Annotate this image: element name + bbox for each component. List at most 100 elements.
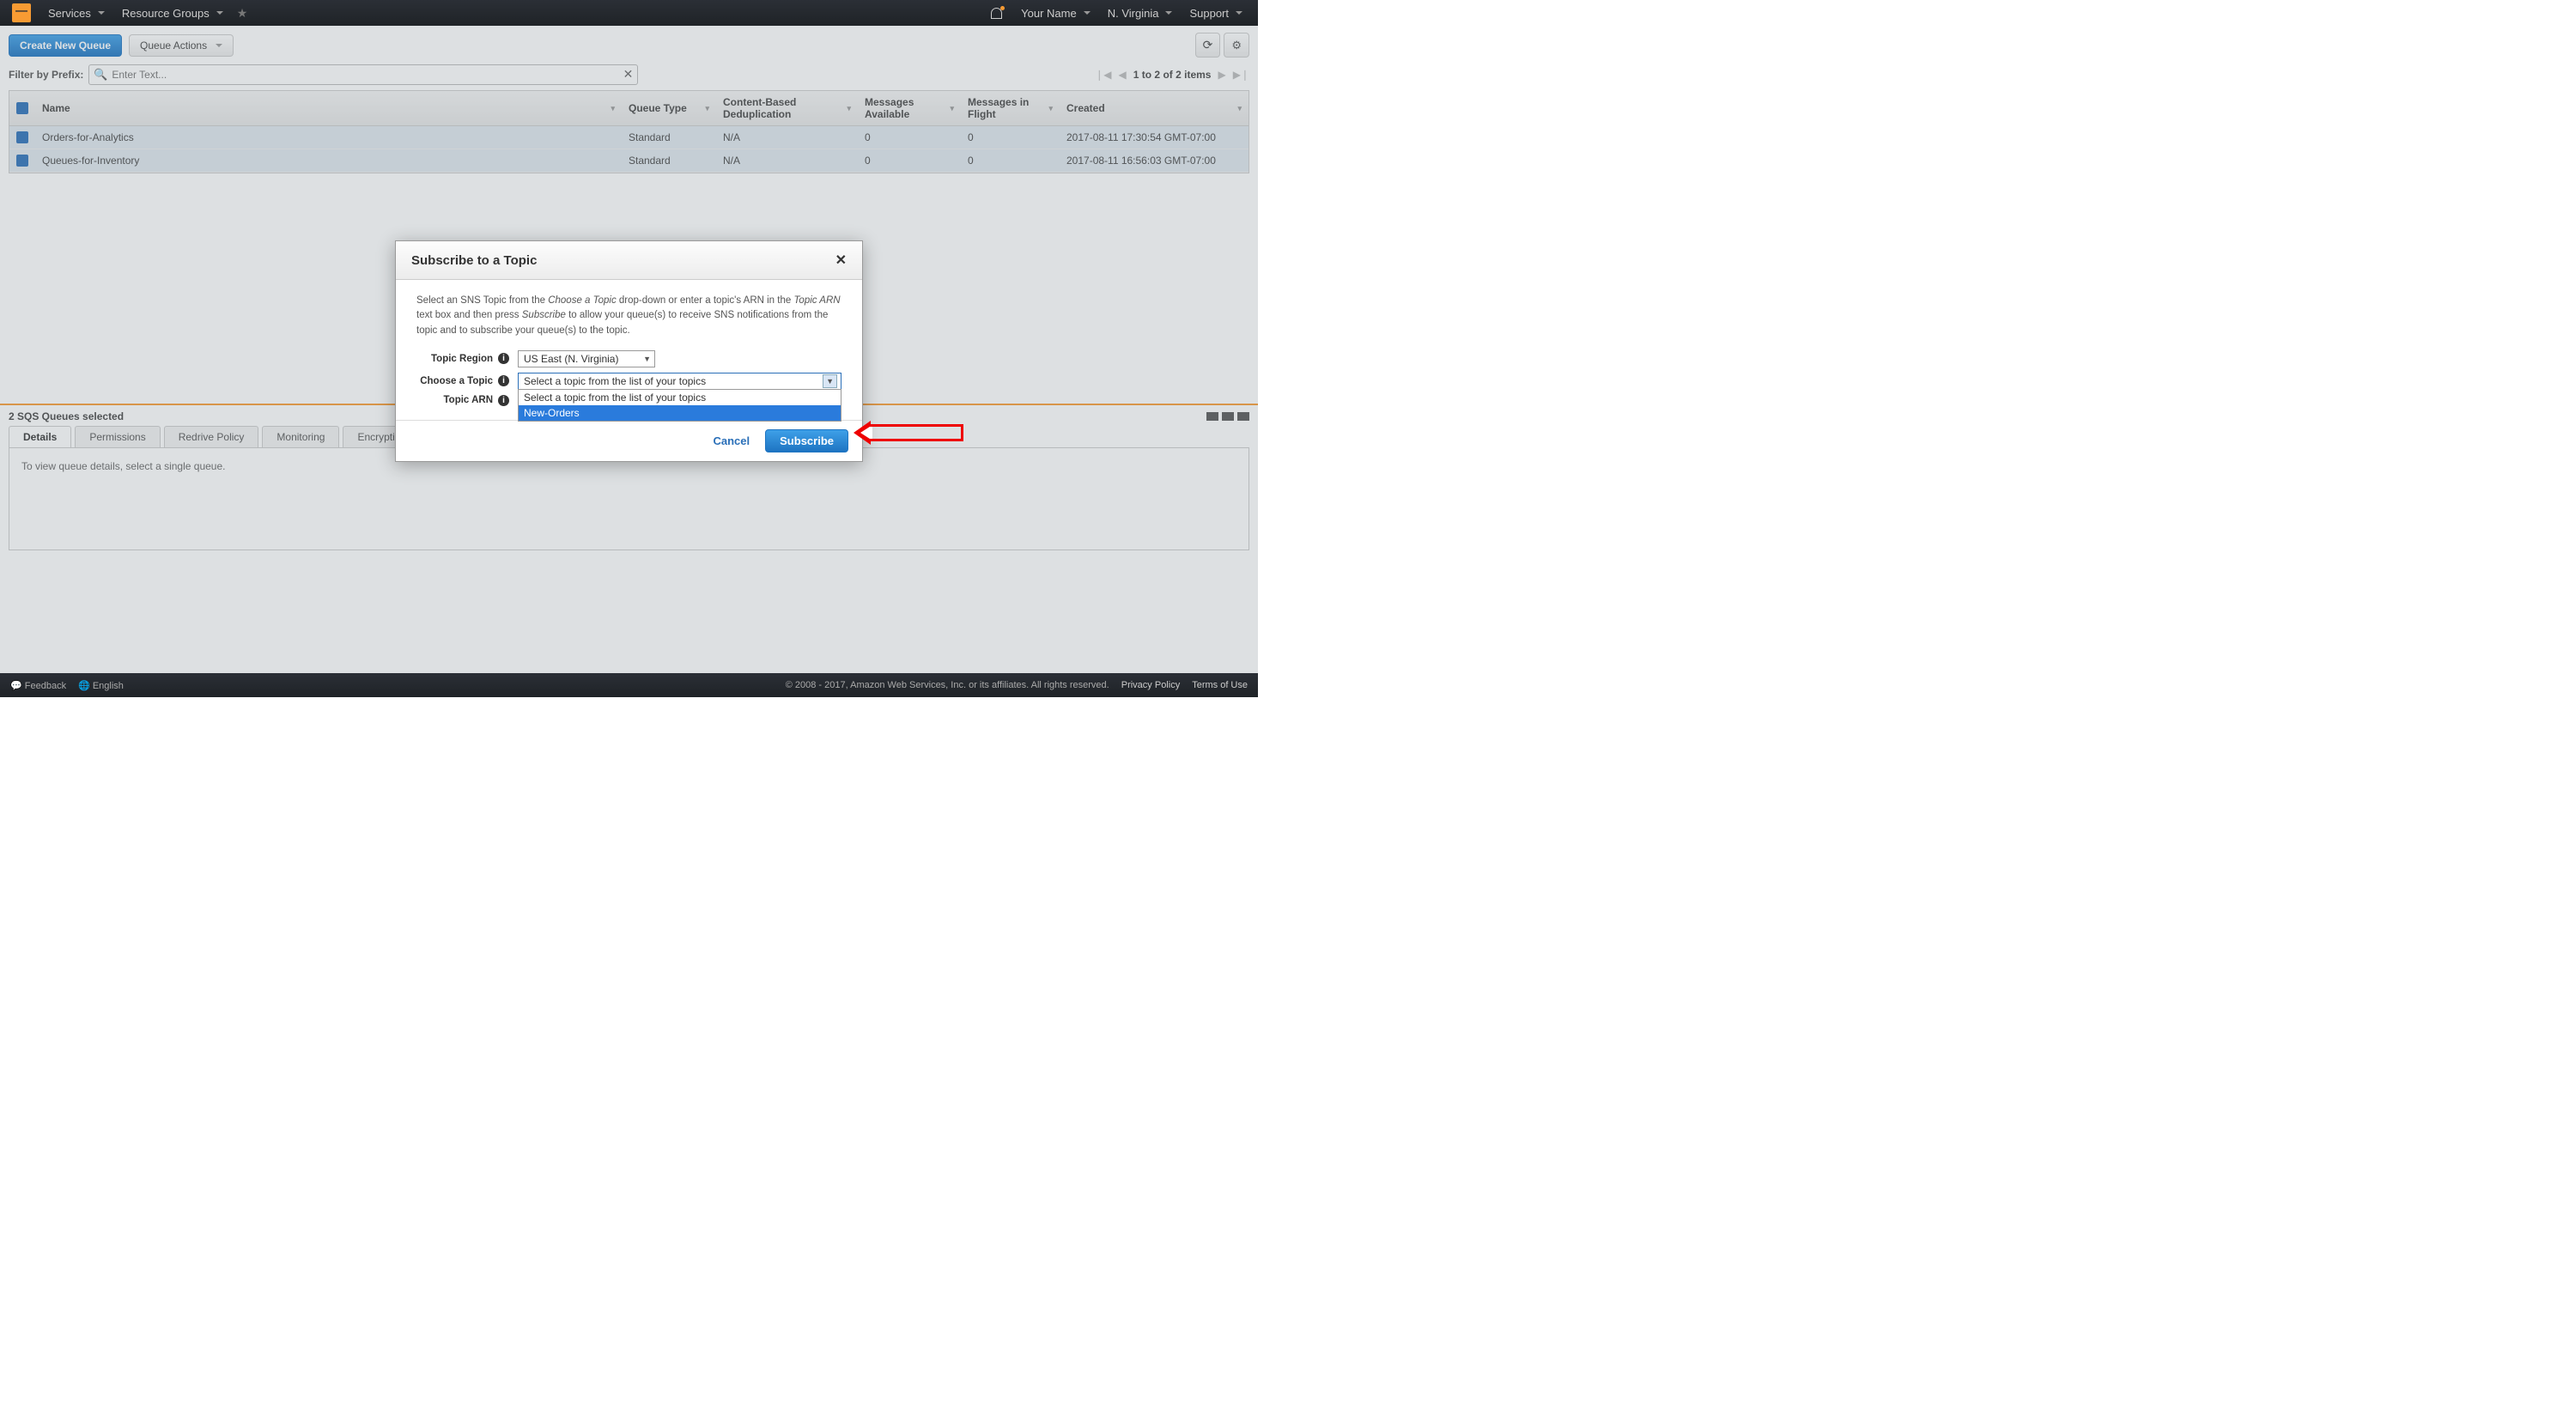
filter-input[interactable]	[88, 64, 638, 85]
services-label: Services	[48, 7, 91, 20]
col-created-label: Created	[1066, 102, 1105, 114]
feedback-link[interactable]: 💬 Feedback	[10, 680, 66, 691]
tab-monitoring[interactable]: Monitoring	[262, 426, 339, 447]
caret-down-icon	[216, 44, 222, 47]
queue-actions-button[interactable]: Queue Actions	[129, 34, 234, 57]
caret-down-icon	[1084, 11, 1091, 15]
col-cbd[interactable]: Content-Based Deduplication▾	[716, 91, 858, 125]
modal-description: Select an SNS Topic from the Choose a To…	[416, 294, 841, 338]
notifications[interactable]	[982, 8, 1012, 19]
language-label: English	[93, 681, 124, 691]
caret-down-icon	[216, 11, 223, 15]
topic-region-select[interactable]: US East (N. Virginia) ▼	[518, 350, 655, 367]
support-menu[interactable]: Support	[1181, 7, 1251, 20]
topic-arn-label: Topic ARN	[416, 395, 498, 405]
cell-created: 2017-08-11 16:56:03 GMT-07:00	[1060, 149, 1249, 172]
sort-icon: ▾	[847, 104, 851, 113]
col-mif-label: Messages in Flight	[968, 96, 1048, 120]
close-icon[interactable]: ✕	[835, 252, 847, 269]
region-menu[interactable]: N. Virginia	[1099, 7, 1182, 20]
info-icon[interactable]: i	[498, 395, 509, 406]
topic-option-placeholder[interactable]: Select a topic from the list of your top…	[519, 390, 841, 405]
col-select-all[interactable]	[9, 91, 35, 125]
refresh-icon	[1203, 38, 1213, 52]
filter-bar: Filter by Prefix: 🔍 ✕ ❘◀ ◀ 1 to 2 of 2 i…	[0, 64, 1258, 90]
terms-link[interactable]: Terms of Use	[1192, 680, 1248, 690]
col-messages-available[interactable]: Messages Available▾	[858, 91, 961, 125]
subscribe-modal: Subscribe to a Topic ✕ Select an SNS Top…	[395, 240, 863, 462]
toolbar: Create New Queue Queue Actions	[0, 26, 1258, 64]
sort-icon: ▾	[1237, 104, 1242, 113]
caret-down-icon	[1165, 11, 1172, 15]
checkbox-icon	[16, 102, 28, 114]
queues-table: Name▾ Queue Type▾ Content-Based Deduplic…	[9, 90, 1249, 173]
page-prev-icon[interactable]: ◀	[1119, 69, 1127, 81]
filter-label: Filter by Prefix:	[9, 69, 83, 81]
support-label: Support	[1189, 7, 1229, 20]
col-created[interactable]: Created ▾	[1060, 91, 1249, 125]
page-last-icon[interactable]: ▶❘	[1233, 69, 1249, 81]
col-messages-in-flight[interactable]: Messages in Flight▾	[961, 91, 1060, 125]
col-ma-label: Messages Available	[865, 96, 950, 120]
services-menu[interactable]: Services	[39, 7, 113, 20]
cell-ma: 0	[858, 149, 961, 172]
settings-button[interactable]	[1224, 33, 1249, 58]
desc-part: Select an SNS Topic from the	[416, 295, 548, 306]
desc-part: drop-down or enter a topic's ARN in the	[617, 295, 794, 306]
modal-title: Subscribe to a Topic	[411, 253, 537, 268]
sort-icon: ▾	[1048, 104, 1053, 113]
cell-mif: 0	[961, 149, 1060, 172]
choose-topic-value: Select a topic from the list of your top…	[524, 375, 706, 387]
desc-em: Subscribe	[522, 310, 566, 320]
user-label: Your Name	[1021, 7, 1077, 20]
layout-split-icon[interactable]	[1222, 412, 1234, 421]
table-row[interactable]: Orders-for-Analytics Standard N/A 0 0 20…	[9, 126, 1249, 149]
details-body: To view queue details, select a single q…	[9, 447, 1249, 550]
aws-logo-icon[interactable]	[12, 3, 31, 22]
col-name[interactable]: Name▾	[35, 91, 622, 125]
tab-details[interactable]: Details	[9, 426, 71, 447]
footer: 💬 Feedback 🌐 English © 2008 - 2017, Amaz…	[0, 673, 1258, 697]
choose-topic-label: Choose a Topic	[416, 376, 498, 386]
top-navigation: Services Resource Groups ★ Your Name N. …	[0, 0, 1258, 26]
tab-permissions[interactable]: Permissions	[75, 426, 160, 447]
table-row[interactable]: Queues-for-Inventory Standard N/A 0 0 20…	[9, 149, 1249, 173]
caret-down-icon	[1236, 11, 1242, 15]
user-menu[interactable]: Your Name	[1012, 7, 1099, 20]
caret-down-icon	[98, 11, 105, 15]
layout-max-icon[interactable]	[1237, 412, 1249, 421]
info-icon[interactable]: i	[498, 375, 509, 386]
info-icon[interactable]: i	[498, 353, 509, 364]
sort-icon: ▾	[950, 104, 954, 113]
topic-region-value: US East (N. Virginia)	[524, 353, 618, 365]
desc-em: Topic ARN	[793, 295, 840, 306]
col-queue-type[interactable]: Queue Type▾	[622, 91, 716, 125]
clear-filter-icon[interactable]: ✕	[623, 67, 634, 82]
topic-dropdown: Select a topic from the list of your top…	[518, 389, 841, 422]
resource-groups-menu[interactable]: Resource Groups	[113, 7, 232, 20]
row-checkbox[interactable]	[16, 131, 28, 143]
cell-name: Queues-for-Inventory	[35, 149, 622, 172]
create-queue-button[interactable]: Create New Queue	[9, 34, 122, 57]
pin-icon[interactable]: ★	[232, 6, 253, 21]
choose-topic-select[interactable]: Select a topic from the list of your top…	[518, 373, 841, 390]
page-first-icon[interactable]: ❘◀	[1095, 69, 1111, 81]
subscribe-button[interactable]: Subscribe	[765, 429, 848, 452]
page-next-icon[interactable]: ▶	[1218, 69, 1225, 81]
row-checkbox[interactable]	[16, 155, 28, 167]
layout-min-icon[interactable]	[1206, 412, 1218, 421]
selection-title: 2 SQS Queues selected	[9, 410, 124, 422]
bell-icon	[991, 8, 1002, 19]
cancel-button[interactable]: Cancel	[714, 434, 750, 447]
language-link[interactable]: 🌐 English	[78, 680, 124, 691]
refresh-button[interactable]	[1195, 33, 1221, 58]
page-status: 1 to 2 of 2 items	[1133, 69, 1212, 81]
tab-redrive[interactable]: Redrive Policy	[164, 426, 259, 447]
topic-option-new-orders[interactable]: New-Orders	[519, 405, 841, 421]
cell-qtype: Standard	[622, 149, 716, 172]
privacy-link[interactable]: Privacy Policy	[1121, 680, 1180, 690]
chevron-down-icon: ▼	[823, 374, 837, 388]
cell-cbd: N/A	[716, 126, 858, 149]
cell-qtype: Standard	[622, 126, 716, 149]
desc-part: text box and then press	[416, 310, 522, 320]
